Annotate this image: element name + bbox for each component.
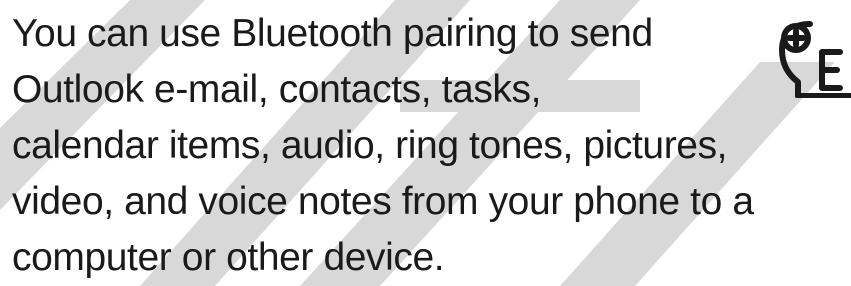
document-page: You can use Bluetooth pairing to send Ou… <box>0 0 851 286</box>
enhanced-feature-icon <box>779 21 851 98</box>
text-line: calendar items, audio, ring tones, pictu… <box>12 124 728 167</box>
feature-description: You can use Bluetooth pairing to send Ou… <box>12 6 754 286</box>
text-line: You can use Bluetooth pairing to send <box>12 12 653 55</box>
text-line: Outlook e-mail, contacts, tasks, <box>12 68 542 111</box>
text-line: computer or other device. <box>12 236 445 279</box>
text-line: video, and voice notes from your phone t… <box>12 180 754 223</box>
